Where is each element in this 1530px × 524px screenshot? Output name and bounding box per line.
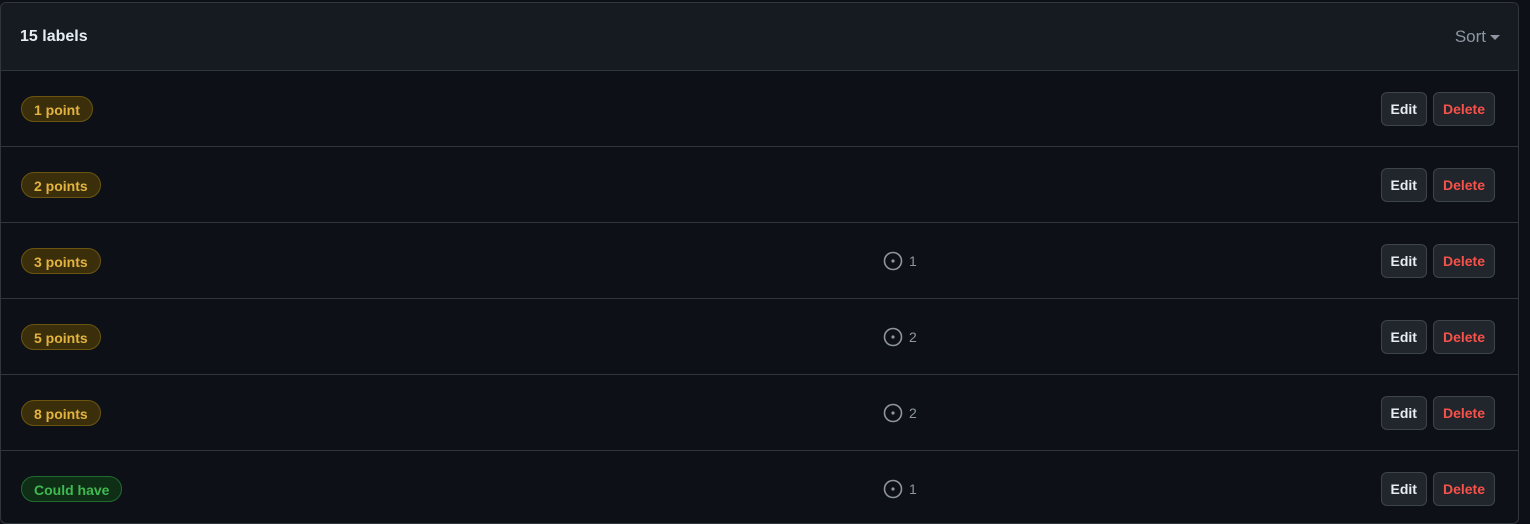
issue-opened-icon <box>883 251 903 270</box>
label-pill[interactable]: 1 point <box>21 95 93 122</box>
edit-button[interactable]: Edit <box>1380 243 1427 278</box>
labels-count: 15 labels <box>20 27 88 45</box>
open-issues-count: 1 <box>909 252 917 269</box>
edit-button[interactable]: Edit <box>1380 471 1427 506</box>
open-issues-link[interactable]: 2 <box>883 327 917 347</box>
delete-button[interactable]: Delete <box>1432 167 1495 202</box>
edit-button[interactable]: Edit <box>1380 395 1427 430</box>
label-pill[interactable]: 3 points <box>21 247 101 274</box>
delete-button[interactable]: Delete <box>1432 471 1495 506</box>
open-issues-count: 2 <box>909 404 917 421</box>
label-row: Could have 1 Edit Delete <box>1 451 1518 523</box>
open-issues-link[interactable]: 1 <box>883 251 917 271</box>
edit-button[interactable]: Edit <box>1380 319 1427 354</box>
caret-down-icon <box>1490 35 1500 40</box>
label-pill[interactable]: 8 points <box>21 399 101 426</box>
label-pill[interactable]: 5 points <box>21 323 101 350</box>
label-row: 1 point Edit Delete <box>1 71 1518 147</box>
label-actions: Edit Delete <box>1380 243 1495 278</box>
issue-opened-icon <box>883 327 903 346</box>
open-issues-count: 2 <box>909 328 917 345</box>
sort-label: Sort <box>1454 26 1486 46</box>
labels-list: 15 labels Sort 1 point Edit Delete 2 poi… <box>0 2 1519 524</box>
labels-list-header: 15 labels Sort <box>1 3 1518 71</box>
delete-button[interactable]: Delete <box>1432 243 1495 278</box>
label-pill[interactable]: 2 points <box>21 171 101 198</box>
label-actions: Edit Delete <box>1380 471 1495 506</box>
label-actions: Edit Delete <box>1380 91 1495 126</box>
delete-button[interactable]: Delete <box>1432 395 1495 430</box>
label-row: 5 points 2 Edit Delete <box>1 299 1518 375</box>
label-pill[interactable]: Could have <box>21 475 123 502</box>
sort-dropdown[interactable]: Sort <box>1455 27 1500 47</box>
issue-opened-icon <box>883 403 903 422</box>
delete-button[interactable]: Delete <box>1432 319 1495 354</box>
label-row: 8 points 2 Edit Delete <box>1 375 1518 451</box>
label-actions: Edit Delete <box>1380 319 1495 354</box>
label-actions: Edit Delete <box>1380 167 1495 202</box>
open-issues-count: 1 <box>909 480 917 497</box>
edit-button[interactable]: Edit <box>1380 91 1427 126</box>
label-row: 2 points Edit Delete <box>1 147 1518 223</box>
label-actions: Edit Delete <box>1380 395 1495 430</box>
open-issues-link[interactable]: 2 <box>883 403 917 423</box>
label-row: 3 points 1 Edit Delete <box>1 223 1518 299</box>
edit-button[interactable]: Edit <box>1380 167 1427 202</box>
delete-button[interactable]: Delete <box>1432 91 1495 126</box>
